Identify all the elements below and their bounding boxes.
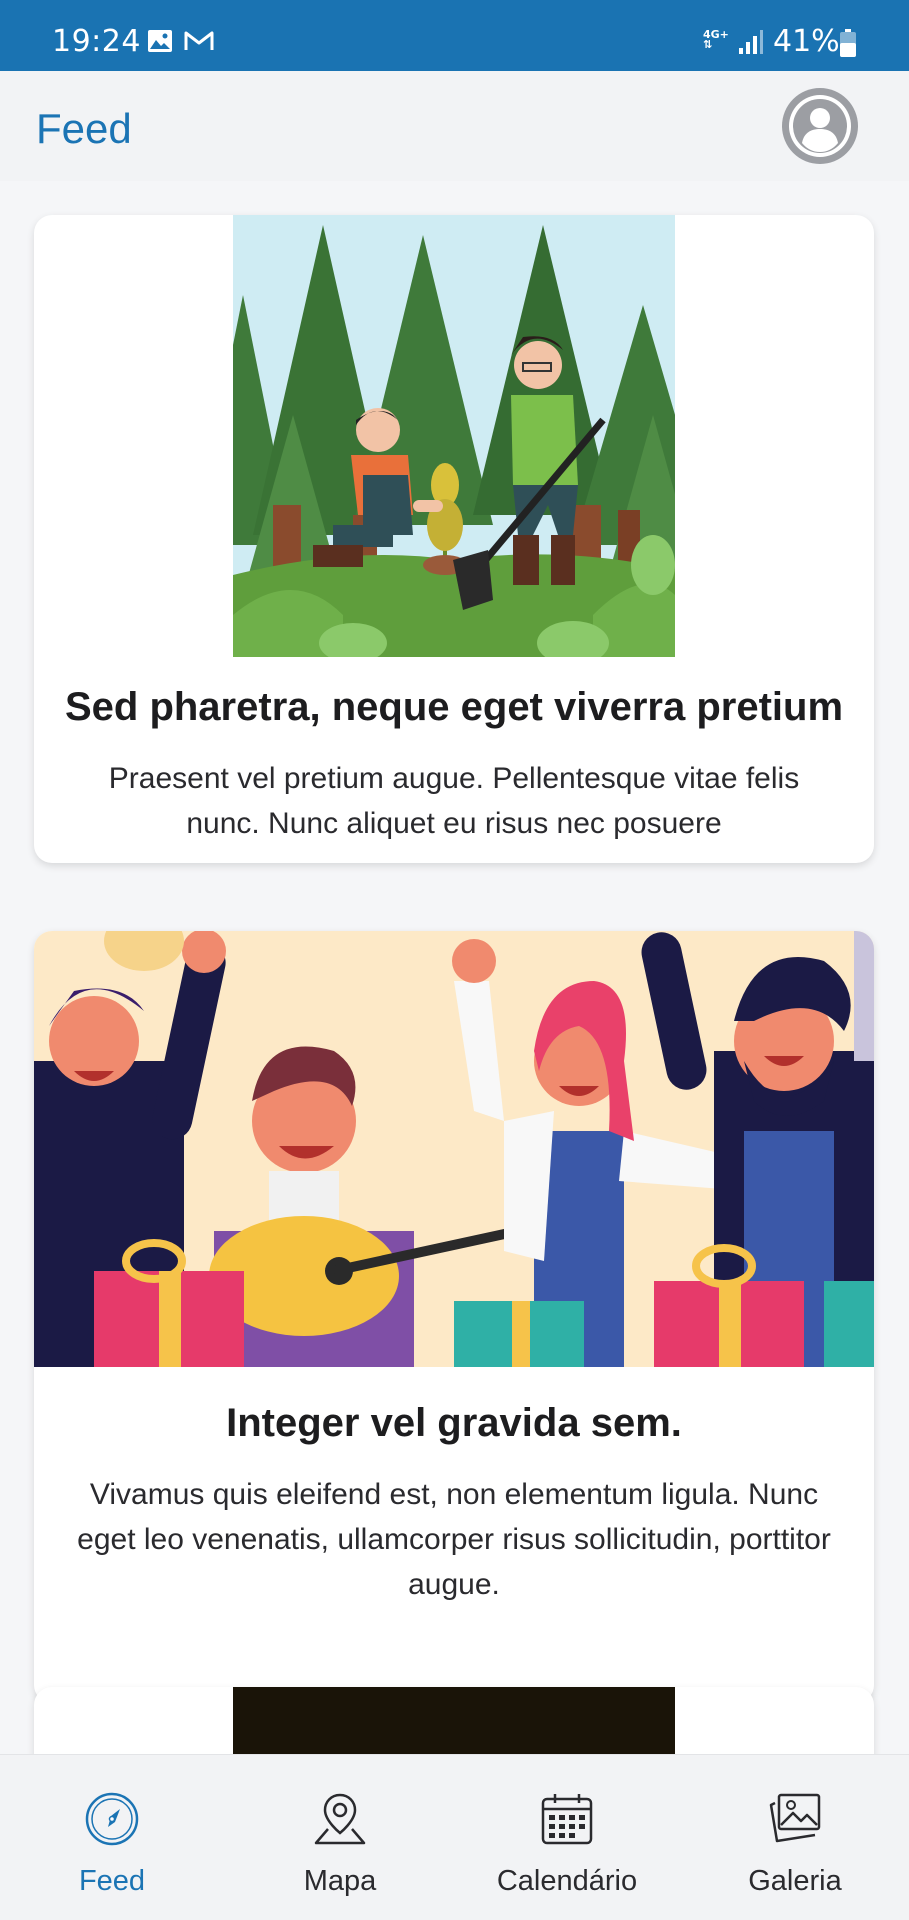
map-pin-icon xyxy=(314,1793,366,1845)
bottom-navigation: Feed Mapa Calendário Galeria xyxy=(0,1754,909,1920)
feed-card[interactable] xyxy=(34,1687,874,1754)
nav-item-galeria[interactable]: Galeria xyxy=(725,1755,865,1920)
feed-list[interactable]: Sed pharetra, neque eget viverra pretium… xyxy=(0,181,909,1754)
signal-icon xyxy=(739,30,763,54)
feed-card[interactable]: Integer vel gravida sem. Vivamus quis el… xyxy=(34,931,874,1703)
tree-planting-illustration xyxy=(233,215,675,657)
network-type: 4G+ ⇅ xyxy=(703,29,729,51)
image-notification-icon xyxy=(148,30,172,52)
card-title: Sed pharetra, neque eget viverra pretium xyxy=(64,685,844,729)
card-description: Praesent vel pretium augue. Pellentesque… xyxy=(108,762,800,840)
battery-percent: 41% xyxy=(773,24,840,59)
nav-item-feed[interactable]: Feed xyxy=(42,1755,182,1920)
app-header: Feed xyxy=(0,71,909,181)
compass-icon xyxy=(85,1792,139,1846)
nav-item-mapa[interactable]: Mapa xyxy=(270,1755,410,1920)
nav-label: Calendário xyxy=(496,1865,638,1897)
status-time: 19:24 xyxy=(52,24,141,59)
page-title: Feed xyxy=(36,105,132,152)
status-bar: 19:24 4G+ ⇅ 41% xyxy=(0,0,909,71)
dark-theater-illustration xyxy=(233,1687,675,1754)
card-description: Vivamus quis eleifend est, non elementum… xyxy=(77,1478,831,1601)
feed-card[interactable]: Sed pharetra, neque eget viverra pretium… xyxy=(34,215,874,863)
user-avatar-icon[interactable] xyxy=(782,88,858,164)
party-celebration-illustration xyxy=(34,931,874,1367)
network-activity: ⇅ xyxy=(703,38,713,51)
nav-label: Mapa xyxy=(303,1865,377,1897)
calendar-icon xyxy=(541,1794,593,1845)
nav-label: Feed xyxy=(78,1865,146,1897)
person-silhouette-icon xyxy=(789,95,851,157)
gmail-notification-icon xyxy=(184,31,214,50)
card-title: Integer vel gravida sem. xyxy=(226,1401,682,1445)
nav-label: Galeria xyxy=(748,1865,842,1897)
battery-icon xyxy=(840,29,856,57)
gallery-icon xyxy=(769,1793,821,1843)
nav-item-calendario[interactable]: Calendário xyxy=(467,1755,667,1920)
